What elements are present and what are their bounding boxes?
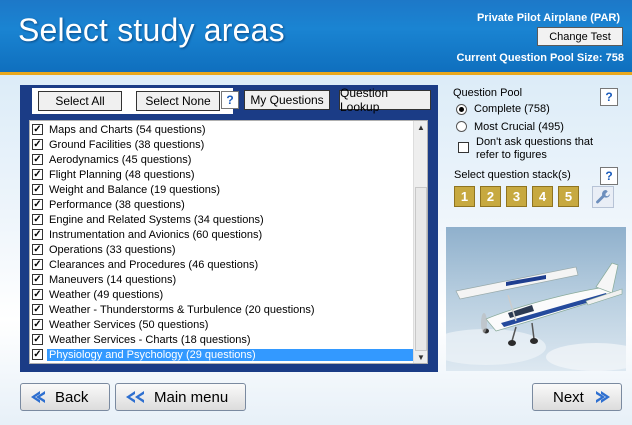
- airplane-photo: [446, 227, 626, 371]
- study-area-label[interactable]: Performance (38 questions): [47, 199, 187, 211]
- list-toolbar: Select All Select None ? My Questions Qu…: [20, 85, 438, 117]
- pool-crucial-radio[interactable]: [456, 121, 467, 132]
- pool-help-icon[interactable]: ?: [600, 88, 618, 106]
- list-item[interactable]: ✓ Performance (38 questions): [30, 197, 187, 212]
- figures-label-line1[interactable]: Don't ask questions that: [476, 136, 593, 148]
- stacks-help-icon[interactable]: ?: [600, 167, 618, 185]
- wrench-icon[interactable]: [592, 186, 614, 208]
- pool-crucial-label[interactable]: Most Crucial (495): [474, 121, 564, 133]
- main-menu-arrow-icon: [124, 389, 146, 405]
- study-area-label[interactable]: Aerodynamics (45 questions): [47, 154, 193, 166]
- scroll-down-icon[interactable]: ▼: [414, 351, 428, 363]
- study-area-checkbox[interactable]: ✓: [32, 304, 43, 315]
- list-item[interactable]: ✓ Engine and Related Systems (34 question…: [30, 212, 266, 227]
- stack-3-button[interactable]: 3: [506, 186, 527, 207]
- study-area-label[interactable]: Weather (49 questions): [47, 289, 165, 301]
- help-icon[interactable]: ?: [221, 91, 239, 109]
- stack-4-button[interactable]: 4: [532, 186, 553, 207]
- scroll-thumb[interactable]: [415, 187, 427, 351]
- study-area-checkbox[interactable]: ✓: [32, 229, 43, 240]
- back-label: Back: [55, 388, 89, 406]
- study-area-label[interactable]: Clearances and Procedures (46 questions): [47, 259, 260, 271]
- study-area-label[interactable]: Maneuvers (14 questions): [47, 274, 178, 286]
- study-area-checkbox[interactable]: ✓: [32, 349, 43, 360]
- back-button[interactable]: Back: [20, 383, 110, 411]
- list-item[interactable]: ✓ Weather (49 questions): [30, 287, 165, 302]
- study-area-label[interactable]: Engine and Related Systems (34 questions…: [47, 214, 266, 226]
- study-area-label[interactable]: Weight and Balance (19 questions): [47, 184, 222, 196]
- list-item[interactable]: ✓ Weight and Balance (19 questions): [30, 182, 222, 197]
- list-item[interactable]: ✓ Clearances and Procedures (46 questions…: [30, 257, 260, 272]
- study-area-checkbox[interactable]: ✓: [32, 214, 43, 225]
- test-name: Private Pilot Airplane (PAR): [476, 12, 620, 24]
- study-area-label[interactable]: Ground Facilities (38 questions): [47, 139, 206, 151]
- next-button[interactable]: Next: [532, 383, 622, 411]
- study-area-label[interactable]: Weather Services - Charts (18 questions): [47, 334, 253, 346]
- list-scrollbar[interactable]: ▲ ▼: [413, 121, 427, 363]
- list-item[interactable]: ✓ Weather Services - Charts (18 questions…: [30, 332, 253, 347]
- change-test-button[interactable]: Change Test: [537, 27, 623, 46]
- main-menu-label: Main menu: [154, 388, 229, 406]
- figures-checkbox[interactable]: [458, 142, 469, 153]
- select-button-group: Select All Select None: [32, 88, 233, 114]
- list-item[interactable]: ✓ Weather Services (50 questions): [30, 317, 210, 332]
- list-item[interactable]: ✓ Flight Planning (48 questions): [30, 167, 197, 182]
- list-item[interactable]: ✓ Maps and Charts (54 questions): [30, 122, 208, 137]
- study-area-checkbox[interactable]: ✓: [32, 124, 43, 135]
- study-area-checkbox[interactable]: ✓: [32, 334, 43, 345]
- study-area-checkbox[interactable]: ✓: [32, 139, 43, 150]
- page-title: Select study areas: [18, 12, 285, 48]
- study-area-label[interactable]: Physiology and Psychology (29 questions): [47, 348, 414, 361]
- stack-2-button[interactable]: 2: [480, 186, 501, 207]
- question-pool-title: Question Pool: [453, 87, 523, 99]
- list-item[interactable]: ✓ Weather - Thunderstorms & Turbulence (2…: [30, 302, 317, 317]
- stack-1-button[interactable]: 1: [454, 186, 475, 207]
- stacks-title: Select question stack(s): [454, 169, 571, 181]
- study-area-checkbox[interactable]: ✓: [32, 244, 43, 255]
- my-questions-button[interactable]: My Questions: [244, 90, 330, 110]
- select-all-button[interactable]: Select All: [38, 91, 122, 111]
- study-area-label[interactable]: Instrumentation and Avionics (60 questio…: [47, 229, 264, 241]
- study-area-label[interactable]: Flight Planning (48 questions): [47, 169, 197, 181]
- back-arrow-icon: [31, 389, 47, 405]
- main-menu-button[interactable]: Main menu: [115, 383, 246, 411]
- select-none-button[interactable]: Select None: [136, 91, 220, 111]
- next-arrow-icon: [594, 389, 610, 405]
- scroll-up-icon[interactable]: ▲: [414, 121, 428, 133]
- question-lookup-button[interactable]: Question Lookup: [339, 86, 431, 114]
- study-area-checkbox[interactable]: ✓: [32, 274, 43, 285]
- study-area-checkbox[interactable]: ✓: [32, 184, 43, 195]
- pool-size-label: Current Question Pool Size: 758: [456, 52, 624, 64]
- study-area-label[interactable]: Operations (33 questions): [47, 244, 178, 256]
- pool-complete-label[interactable]: Complete (758): [474, 103, 550, 115]
- study-areas-list[interactable]: ✓ Maps and Charts (54 questions) ✓ Ground F…: [29, 120, 428, 364]
- next-label: Next: [553, 388, 584, 406]
- study-area-label[interactable]: Maps and Charts (54 questions): [47, 124, 208, 136]
- list-item[interactable]: ✓ Operations (33 questions): [30, 242, 178, 257]
- list-item[interactable]: ✓ Physiology and Psychology (29 questions…: [30, 347, 414, 362]
- stack-5-button[interactable]: 5: [558, 186, 579, 207]
- study-area-label[interactable]: Weather Services (50 questions): [47, 319, 210, 331]
- figures-label-line2[interactable]: refer to figures: [476, 149, 547, 161]
- study-area-checkbox[interactable]: ✓: [32, 169, 43, 180]
- study-area-checkbox[interactable]: ✓: [32, 319, 43, 330]
- study-area-label[interactable]: Weather - Thunderstorms & Turbulence (20…: [47, 304, 317, 316]
- list-item[interactable]: ✓ Maneuvers (14 questions): [30, 272, 178, 287]
- pool-complete-radio[interactable]: [456, 104, 467, 115]
- study-area-checkbox[interactable]: ✓: [32, 199, 43, 210]
- study-area-checkbox[interactable]: ✓: [32, 289, 43, 300]
- list-item[interactable]: ✓ Ground Facilities (38 questions): [30, 137, 206, 152]
- study-area-checkbox[interactable]: ✓: [32, 154, 43, 165]
- study-area-checkbox[interactable]: ✓: [32, 259, 43, 270]
- list-item[interactable]: ✓ Aerodynamics (45 questions): [30, 152, 193, 167]
- list-item[interactable]: ✓ Instrumentation and Avionics (60 questi…: [30, 227, 264, 242]
